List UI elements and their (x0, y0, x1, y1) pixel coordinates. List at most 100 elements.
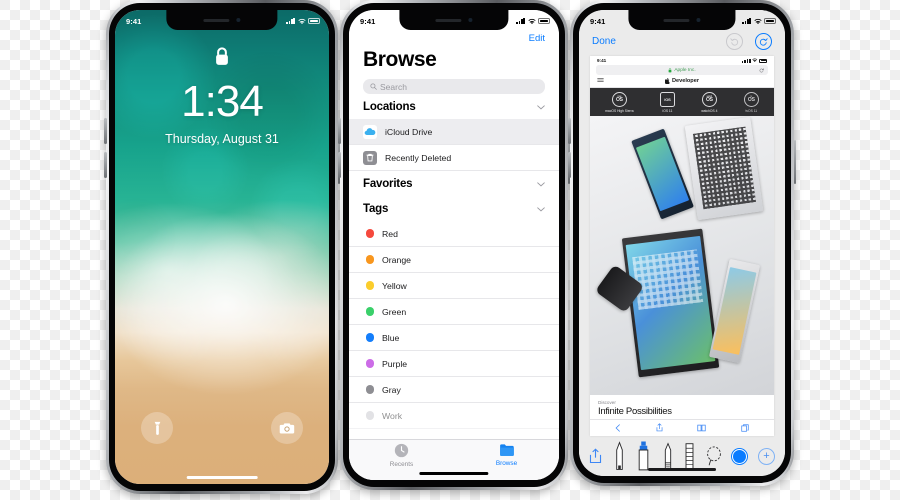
preview-url-text: Apple Inc. (674, 67, 696, 73)
flashlight-button[interactable] (141, 412, 173, 444)
list-item[interactable]: iCloud Drive (349, 119, 559, 145)
list-item-label: Recently Deleted (385, 152, 452, 163)
device-ipad (622, 228, 720, 377)
tab-label: Recents (389, 461, 414, 468)
tab-recents[interactable]: Recents (349, 443, 454, 468)
list-item[interactable]: Red (349, 221, 559, 247)
screenshot-preview-wrap[interactable]: 9:41 Apple Inc. Developer mac OS macOS H… (579, 56, 785, 436)
volume-down-button[interactable] (104, 152, 107, 178)
list-item[interactable]: Green (349, 299, 559, 325)
bookmarks-icon[interactable] (697, 424, 706, 432)
list-item[interactable]: Blue (349, 325, 559, 351)
share-icon[interactable] (656, 423, 663, 432)
section-label: Tags (363, 203, 389, 215)
lock-small-icon (668, 67, 672, 72)
camera-icon (279, 422, 295, 433)
preview-discover-block: Discover Infinite Possibilities (590, 395, 774, 420)
back-icon[interactable] (615, 423, 621, 432)
front-camera-icon (236, 18, 241, 22)
camera-button[interactable] (271, 412, 303, 444)
lasso-tool-icon[interactable] (706, 445, 722, 467)
section-header-favorites[interactable]: Favorites (349, 171, 559, 196)
os-item[interactable]: tv OS tvOS 11 (743, 92, 759, 113)
chevron-down-icon[interactable] (537, 181, 545, 187)
volume-down-button[interactable] (568, 152, 571, 178)
redo-circle-icon[interactable] (755, 33, 772, 50)
done-button[interactable]: Done (592, 36, 616, 47)
list-item[interactable]: Work (349, 403, 559, 429)
chevron-down-icon[interactable] (537, 206, 545, 212)
watchos-badge-icon: watch OS (701, 92, 717, 107)
phone-markup-editor: 9:41 Done 9:41 Apple Inc. Developer mac … (568, 0, 796, 486)
markup-screen[interactable]: 9:41 Done 9:41 Apple Inc. Developer mac … (579, 10, 785, 476)
screenshot-preview[interactable]: 9:41 Apple Inc. Developer mac OS macOS H… (590, 56, 774, 436)
eraser-tool-icon[interactable] (684, 442, 695, 470)
list-item[interactable]: Gray (349, 377, 559, 403)
tvos-badge-icon: tv OS (743, 92, 759, 107)
os-item[interactable]: mac OS macOS High Sierra (605, 92, 634, 113)
os-item[interactable]: iOS iOS 11 (659, 92, 675, 113)
share-icon[interactable] (589, 448, 602, 464)
os-item-label: watchOS 4 (701, 108, 718, 113)
list-item[interactable]: Purple (349, 351, 559, 377)
volume-up-button[interactable] (338, 118, 341, 144)
list-item-label: iCloud Drive (385, 126, 433, 137)
home-indicator[interactable] (186, 476, 258, 479)
battery-icon (538, 18, 550, 24)
cellular-bars-icon (742, 18, 751, 24)
section-header-locations[interactable]: Locations (349, 94, 559, 119)
pen-tool-icon[interactable] (613, 441, 626, 471)
chevron-down-icon[interactable] (537, 104, 545, 110)
list-item-label: Red (382, 228, 398, 239)
section-label: Locations (363, 101, 416, 113)
device-iphone-white (708, 258, 761, 364)
home-indicator[interactable] (419, 472, 489, 475)
phone-files-app: 9:41 Edit Browse Search Locations iCloud… (338, 0, 570, 490)
list-item-label: Purple (382, 358, 408, 369)
tag-color-dot (365, 385, 374, 394)
notch (628, 10, 736, 30)
preview-safari-toolbar (590, 419, 774, 436)
pencil-tool-icon[interactable] (662, 442, 674, 470)
tag-color-dot (365, 411, 374, 420)
section-header-tags[interactable]: Tags (349, 196, 559, 221)
list-item[interactable]: Yellow (349, 273, 559, 299)
tag-color-dot (365, 229, 374, 238)
discover-title: Infinite Possibilities (598, 406, 672, 417)
earpiece-speaker (663, 18, 690, 22)
search-input[interactable]: Search (363, 79, 545, 94)
power-button[interactable] (793, 140, 796, 184)
preview-url-bar[interactable]: Apple Inc. (596, 65, 768, 75)
tabs-icon[interactable] (741, 423, 749, 432)
list-item[interactable]: Recently Deleted (349, 145, 559, 171)
files-screen[interactable]: 9:41 Edit Browse Search Locations iCloud… (349, 10, 559, 480)
tab-label: Browse (495, 460, 518, 467)
volume-down-button[interactable] (338, 152, 341, 178)
edit-button[interactable]: Edit (363, 33, 545, 44)
files-browse-view: Edit Browse Search Locations iCloud Driv… (349, 10, 559, 480)
search-placeholder: Search (380, 81, 407, 92)
reload-icon[interactable] (759, 67, 764, 73)
device-keyboard (684, 116, 764, 221)
notch (399, 10, 509, 30)
home-indicator[interactable] (648, 468, 716, 471)
os-item[interactable]: watch OS watchOS 4 (701, 92, 717, 113)
tag-color-dot (365, 281, 374, 290)
volume-up-button[interactable] (568, 118, 571, 144)
add-icon[interactable]: + (757, 447, 775, 465)
lockscreen-date: Thursday, August 31 (165, 132, 279, 146)
lockscreen-screen[interactable]: 9:41 1:34 Thursday, August 31 (115, 10, 329, 484)
tag-color-dot (365, 255, 374, 264)
device-iphone (631, 128, 694, 220)
tab-browse[interactable]: Browse (454, 443, 559, 467)
undo-circle-icon[interactable] (726, 33, 743, 50)
earpiece-speaker (435, 18, 462, 22)
front-camera-icon (468, 18, 473, 22)
hamburger-icon[interactable] (597, 78, 604, 85)
browse-list[interactable]: Locations iCloud Drive Recently Deleted … (349, 94, 559, 439)
os-item-label: macOS High Sierra (605, 108, 634, 113)
volume-up-button[interactable] (104, 118, 107, 144)
color-swatch[interactable] (732, 448, 748, 464)
list-item[interactable]: Orange (349, 247, 559, 273)
section-label: Favorites (363, 178, 413, 190)
